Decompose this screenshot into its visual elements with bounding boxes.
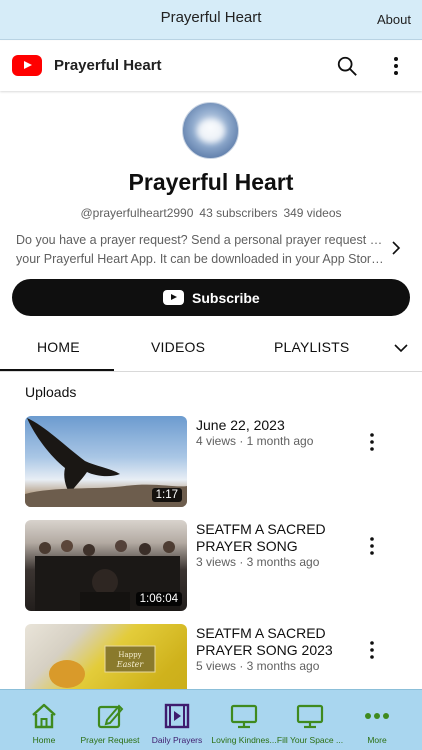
bottom-nav: Home Prayer Request Daily Prayers Loving… bbox=[0, 689, 422, 750]
home-icon bbox=[32, 703, 56, 729]
bottom-nav-fill-your-space[interactable]: Fill Your Space ... bbox=[277, 690, 343, 750]
tab-playlists[interactable]: PLAYLISTS bbox=[274, 339, 349, 355]
description-line: Do you have a prayer request? Send a per… bbox=[16, 233, 386, 247]
video-item[interactable]: 1:06:04 SEATFM A SACRED PRAYER SONG 3 vi… bbox=[25, 520, 410, 612]
video-duration: 1:06:04 bbox=[135, 592, 182, 606]
tab-home[interactable]: HOME bbox=[37, 339, 80, 355]
video-title: SEATFM A SACRED PRAYER SONG bbox=[196, 521, 366, 555]
channel-avatar[interactable] bbox=[182, 102, 239, 159]
bottom-nav-loving-kindness[interactable]: Loving Kindnes... bbox=[211, 690, 277, 750]
bottom-nav-home[interactable]: Home bbox=[11, 690, 77, 750]
about-button[interactable]: About bbox=[377, 12, 411, 27]
app-title: Prayerful Heart bbox=[160, 9, 262, 26]
video-thumbnail[interactable]: 1:17 bbox=[25, 416, 187, 507]
bottom-nav-daily-prayers[interactable]: Daily Prayers bbox=[144, 690, 210, 750]
channel-meta: @prayerfulheart2990 43 subscribers 349 vid… bbox=[0, 206, 422, 220]
video-count: 349 videos bbox=[283, 206, 342, 220]
video-meta: 5 views · 3 months ago bbox=[196, 659, 320, 673]
channel-tabs: HOME VIDEOS PLAYLISTS bbox=[0, 327, 422, 372]
video-title-line: PRAYER SONG 2023 bbox=[196, 642, 333, 658]
subscribe-button[interactable]: Subscribe bbox=[12, 279, 410, 316]
youtube-logo-icon[interactable] bbox=[12, 55, 42, 76]
channel-name: Prayerful Heart bbox=[128, 169, 294, 195]
chevron-right-icon[interactable] bbox=[390, 240, 402, 256]
youtube-header: Prayerful Heart bbox=[0, 41, 422, 91]
subscriber-count: 43 subscribers bbox=[199, 206, 278, 220]
video-title-line: June 22, 2023 bbox=[196, 417, 285, 433]
video-playlist-icon bbox=[164, 703, 190, 729]
more-horiz-icon bbox=[365, 713, 389, 719]
search-icon[interactable] bbox=[336, 55, 358, 77]
monitor-icon bbox=[296, 704, 324, 729]
bottom-nav-prayer-request[interactable]: Prayer Request bbox=[77, 690, 143, 750]
video-item[interactable]: 1:17 June 22, 2023 4 views · 1 month ago bbox=[25, 416, 410, 508]
video-title-line: SEATFM A SACRED bbox=[196, 625, 326, 641]
youtube-header-title: Prayerful Heart bbox=[54, 57, 162, 74]
tab-videos[interactable]: VIDEOS bbox=[151, 339, 205, 355]
bottom-nav-label: More bbox=[367, 735, 387, 745]
description-line: your Prayerful Heart App. It can be down… bbox=[16, 252, 386, 266]
active-tab-indicator bbox=[0, 369, 114, 371]
chevron-down-icon[interactable] bbox=[393, 340, 409, 356]
uploads-heading: Uploads bbox=[25, 384, 77, 400]
video-duration: 1:17 bbox=[151, 488, 182, 502]
more-vert-icon[interactable] bbox=[386, 55, 406, 77]
app-bar: Prayerful Heart About bbox=[0, 0, 422, 40]
video-meta: 3 views · 3 months ago bbox=[196, 555, 320, 569]
video-title: June 22, 2023 bbox=[196, 417, 366, 434]
more-vert-icon[interactable] bbox=[365, 640, 379, 660]
more-vert-icon[interactable] bbox=[365, 536, 379, 556]
more-vert-icon[interactable] bbox=[365, 432, 379, 452]
video-title: SEATFM A SACRED PRAYER SONG 2023 bbox=[196, 625, 366, 659]
channel-handle: @prayerfulheart2990 bbox=[80, 206, 194, 220]
youtube-logo-icon bbox=[163, 290, 184, 305]
pencil-note-icon bbox=[97, 704, 124, 729]
video-thumbnail[interactable]: 1:06:04 bbox=[25, 520, 187, 611]
avatar-image bbox=[197, 119, 225, 143]
bottom-nav-more[interactable]: More bbox=[344, 690, 410, 750]
svg-text:Happy: Happy bbox=[118, 651, 141, 659]
video-meta: 4 views · 1 month ago bbox=[196, 434, 314, 448]
monitor-icon bbox=[230, 704, 258, 729]
channel-description[interactable]: Do you have a prayer request? Send a per… bbox=[16, 231, 386, 269]
subscribe-label: Subscribe bbox=[192, 290, 260, 306]
svg-text:Easter: Easter bbox=[116, 660, 145, 669]
video-title-line: SEATFM A SACRED bbox=[196, 521, 326, 537]
video-title-line: PRAYER SONG bbox=[196, 538, 298, 554]
